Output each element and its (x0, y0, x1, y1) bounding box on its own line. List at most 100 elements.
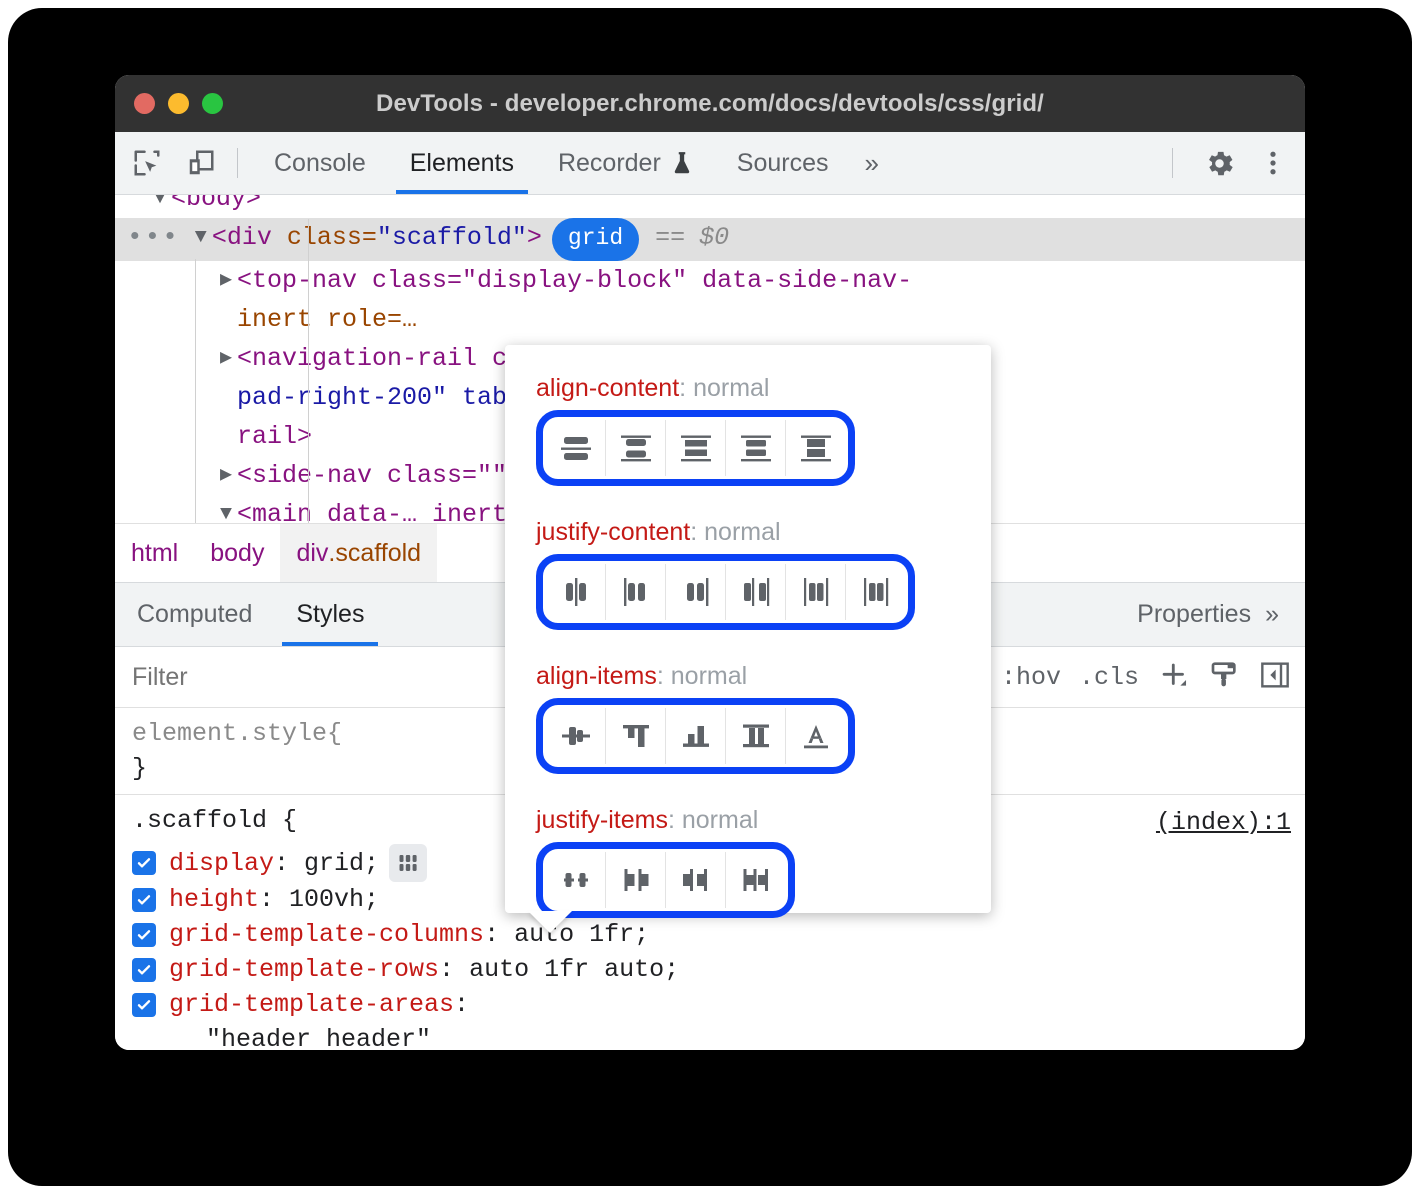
twisty-body[interactable]: ▼ (149, 195, 171, 218)
justify-items-value: normal (682, 806, 758, 834)
breadcrumb-item-html[interactable]: html (115, 524, 194, 582)
declaration-grid-template-areas[interactable]: grid-template-areas: (132, 987, 1305, 1022)
align-content-start-icon[interactable] (546, 420, 606, 476)
declaration-checkbox[interactable] (132, 958, 156, 982)
declaration-property[interactable]: grid-template-areas (169, 987, 454, 1022)
justify-items-start-icon[interactable] (606, 852, 666, 908)
grid-editor-button[interactable] (389, 844, 427, 882)
breadcrumb-item-div-class: .scaffold (328, 539, 421, 568)
justify-content-center-icon[interactable] (546, 564, 606, 620)
justify-items-end-icon[interactable] (666, 852, 726, 908)
justify-items-property: justify-items (536, 806, 668, 834)
declaration-value[interactable]: grid; (304, 846, 379, 881)
tab-styles[interactable]: Styles (274, 583, 386, 646)
maximize-window-button[interactable] (202, 93, 223, 114)
dom-row-scaffold[interactable]: ••• ▼<div class="scaffold"> grid == $0 (115, 218, 1305, 261)
align-items-baseline-icon[interactable] (786, 708, 845, 764)
device-toolbar-icon[interactable] (179, 141, 223, 185)
tree-guide-line (308, 219, 309, 523)
hov-button[interactable]: :hov (1001, 663, 1061, 692)
tab-recorder[interactable]: Recorder (536, 132, 715, 194)
twisty-topnav[interactable]: ▶ (215, 261, 237, 300)
collapsed-nodes-ellipsis[interactable]: ••• (115, 218, 190, 257)
paintbrush-icon[interactable] (1209, 659, 1241, 696)
justify-content-start-icon[interactable] (606, 564, 666, 620)
align-content-center-icon[interactable] (606, 420, 666, 476)
tab-computed[interactable]: Computed (115, 583, 274, 646)
tab-console[interactable]: Console (252, 132, 388, 194)
rule-source-link[interactable]: (index):1 (1156, 805, 1291, 840)
toggle-sidebar-icon[interactable] (1259, 659, 1291, 696)
rule-element-style-close-brace: } (132, 754, 147, 783)
declaration-value-continuation[interactable]: "header header" (206, 1022, 431, 1050)
align-content-sep: : (679, 374, 686, 402)
twisty-navrail[interactable]: ▶ (215, 339, 237, 378)
align-items-center-icon[interactable] (546, 708, 606, 764)
declaration-value[interactable]: auto 1fr auto; (469, 952, 679, 987)
declaration-grid-template-rows[interactable]: grid-template-rows: auto 1fr auto; (132, 952, 1305, 987)
declaration-grid-template-columns[interactable]: grid-template-columns: auto 1fr; (132, 917, 1305, 952)
justify-content-end-icon[interactable] (666, 564, 726, 620)
inspect-element-icon[interactable] (125, 141, 169, 185)
align-items-sep: : (657, 662, 664, 690)
tree-guide-line-2 (195, 259, 196, 523)
align-content-buttons (546, 420, 845, 476)
declaration-grid-areas-continuation[interactable]: "header header" (132, 1022, 1305, 1050)
screenshot-root: DevTools - developer.chrome.com/docs/dev… (0, 0, 1420, 1194)
declaration-property[interactable]: height (169, 882, 259, 917)
justify-content-space-around-icon[interactable] (786, 564, 846, 620)
declaration-property[interactable]: grid-template-columns (169, 917, 484, 952)
rule-scaffold-selector[interactable]: .scaffold (132, 806, 267, 835)
breadcrumb-item-body[interactable]: body (194, 524, 280, 582)
justify-items-center-icon[interactable] (546, 852, 606, 908)
align-items-property: align-items (536, 662, 657, 690)
dom-row-body[interactable]: ▼<body> (115, 195, 1305, 218)
justify-content-space-evenly-icon[interactable] (846, 564, 905, 620)
align-content-value: normal (693, 374, 769, 402)
grid-badge[interactable]: grid (552, 218, 639, 261)
declaration-value[interactable]: 100vh; (289, 882, 379, 917)
declaration-checkbox[interactable] (132, 888, 156, 912)
scaffold-attr-name: class (287, 218, 362, 257)
window-controls[interactable] (134, 93, 223, 114)
justify-content-space-between-icon[interactable] (726, 564, 786, 620)
plus-icon[interactable] (1157, 658, 1191, 697)
align-content-end-icon[interactable] (666, 420, 726, 476)
align-items-ring (536, 698, 855, 774)
align-content-property: align-content (536, 374, 679, 402)
declaration-property[interactable]: display (169, 846, 274, 881)
align-content-space-around-icon[interactable] (786, 420, 845, 476)
more-tabs-icon[interactable]: » (851, 148, 893, 179)
declaration-property[interactable]: grid-template-rows (169, 952, 439, 987)
justify-items-label: justify-items: normal (536, 806, 991, 835)
align-items-start-icon[interactable] (606, 708, 666, 764)
gear-icon[interactable] (1197, 141, 1241, 185)
justify-content-value: normal (704, 518, 780, 546)
close-window-button[interactable] (134, 93, 155, 114)
declaration-checkbox[interactable] (132, 993, 156, 1017)
align-items-stretch-icon[interactable] (726, 708, 786, 764)
grid-alignment-popup[interactable]: align-content: normal (505, 345, 991, 913)
kebab-menu-icon[interactable] (1251, 141, 1295, 185)
twisty-main[interactable]: ▼ (215, 495, 237, 523)
align-items-end-icon[interactable] (666, 708, 726, 764)
cls-button[interactable]: .cls (1079, 663, 1139, 692)
window-titlebar: DevTools - developer.chrome.com/docs/dev… (115, 75, 1305, 132)
justify-items-buttons (546, 852, 785, 908)
dom-row-topnav[interactable]: ▶<top-nav class="display-block" data-sid… (115, 261, 1305, 300)
minimize-window-button[interactable] (168, 93, 189, 114)
tab-sources[interactable]: Sources (715, 132, 851, 194)
justify-items-stretch-icon[interactable] (726, 852, 785, 908)
rule-element-style-selector[interactable]: element.style (132, 719, 327, 748)
align-content-space-between-icon[interactable] (726, 420, 786, 476)
breadcrumb-item-div-scaffold[interactable]: div.scaffold (280, 524, 437, 582)
scaffold-tag-close: > (527, 218, 542, 257)
declaration-checkbox[interactable] (132, 851, 156, 875)
tab-elements[interactable]: Elements (388, 132, 536, 194)
twisty-sidenav[interactable]: ▶ (215, 456, 237, 495)
declaration-checkbox[interactable] (132, 923, 156, 947)
twisty-scaffold[interactable]: ▼ (190, 218, 212, 257)
styles-tabs-overflow-icon[interactable]: » (1255, 583, 1305, 646)
tab-properties[interactable]: Properties (1115, 583, 1255, 646)
dom-row-topnav-cont[interactable]: inert role=… (115, 300, 1305, 339)
